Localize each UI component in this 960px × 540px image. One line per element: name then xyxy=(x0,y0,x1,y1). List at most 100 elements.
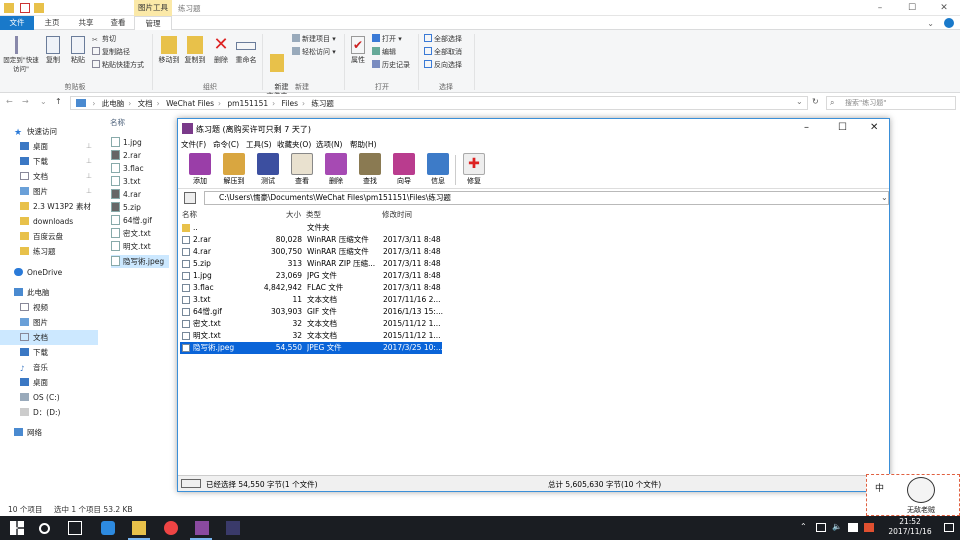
nav-item-drive-d[interactable]: D：(D:) xyxy=(0,405,98,420)
tab-file[interactable]: 文件 xyxy=(0,16,34,30)
invert-selection-button[interactable]: 反向选择 xyxy=(424,60,462,70)
list-item[interactable]: 密文.txt xyxy=(111,227,151,240)
breadcrumb-current[interactable]: 练习题 xyxy=(311,99,334,108)
tray-expand-icon[interactable]: ⌃ xyxy=(800,522,807,531)
up-arrow-icon[interactable]: ↑ xyxy=(55,97,62,106)
nav-item-downloads-folder[interactable]: downloads xyxy=(0,214,98,229)
select-all-button[interactable]: 全部选择 xyxy=(424,34,462,44)
nav-item-drive-c[interactable]: OS (C:) xyxy=(0,390,98,405)
info-button[interactable]: 信息 xyxy=(422,153,454,186)
column-header-name[interactable]: 名称 xyxy=(182,209,197,220)
open-button[interactable]: 打开 ▾ xyxy=(372,34,402,44)
table-row[interactable]: 5.zip 313 WinRAR ZIP 压缩... 2017/3/11 8:48 xyxy=(180,258,442,270)
tab-share[interactable]: 共享 xyxy=(70,16,102,30)
edit-button[interactable]: 编辑 xyxy=(372,47,396,57)
chrome-icon[interactable] xyxy=(164,521,178,535)
maximize-button[interactable]: ☐ xyxy=(896,0,928,16)
breadcrumb-documents[interactable]: 文档 xyxy=(138,99,153,108)
cut-button[interactable]: ✂ 剪切 xyxy=(92,34,116,44)
menu-file[interactable]: 文件(F) xyxy=(181,139,206,150)
select-none-button[interactable]: 全部取消 xyxy=(424,47,462,57)
new-folder-icon[interactable] xyxy=(34,3,44,13)
nav-item-pc-pictures[interactable]: 图片 xyxy=(0,315,98,330)
table-row[interactable]: 64憎.gif 303,903 GIF 文件 2016/1/13 15:... xyxy=(180,306,443,318)
rename-button[interactable]: 重命名 xyxy=(232,36,260,65)
nav-item-pictures[interactable]: 图片 ⊥ xyxy=(0,184,98,199)
up-one-level-icon[interactable] xyxy=(184,192,196,204)
table-row[interactable]: 明文.txt 32 文本文档 2015/11/12 1... xyxy=(180,330,442,342)
notification-icon[interactable] xyxy=(944,523,954,532)
task-view-icon[interactable] xyxy=(68,521,82,535)
delete-button[interactable]: 删除 xyxy=(320,153,352,186)
column-header-size[interactable]: 大小 xyxy=(286,209,301,220)
menu-favorites[interactable]: 收藏夹(O) xyxy=(277,139,311,150)
copy-button[interactable]: 复制 xyxy=(40,36,66,65)
column-header-name[interactable]: 名称 xyxy=(110,117,125,128)
breadcrumb-pm151151[interactable]: pm151151 xyxy=(227,99,268,108)
view-button[interactable]: 查看 xyxy=(286,153,318,186)
tab-home[interactable]: 主页 xyxy=(36,16,68,30)
cortana-icon[interactable] xyxy=(39,523,50,534)
history-button[interactable]: 历史记录 xyxy=(372,60,410,70)
picture-tools-tab[interactable]: 图片工具 xyxy=(134,0,172,16)
network-icon[interactable] xyxy=(816,523,826,532)
table-row[interactable]: 密文.txt 32 文本文档 2015/11/12 1... xyxy=(180,318,442,330)
edge-icon[interactable] xyxy=(101,521,115,535)
list-item[interactable]: 3.flac xyxy=(111,162,144,175)
nav-item-pc-downloads[interactable]: 下载 xyxy=(0,345,98,360)
properties-icon[interactable] xyxy=(20,3,30,13)
table-row[interactable]: 2.rar 80,028 WinRAR 压缩文件 2017/3/11 8:48 xyxy=(180,234,442,246)
nav-quick-access[interactable]: ★ 快速访问 xyxy=(0,124,98,139)
list-item[interactable]: 2.rar xyxy=(111,149,141,162)
close-button[interactable]: ✕ xyxy=(870,122,878,133)
chevron-down-icon[interactable]: ⌄ xyxy=(881,193,888,202)
paste-button[interactable]: 粘贴 xyxy=(66,36,90,65)
menu-help[interactable]: 帮助(H) xyxy=(350,139,377,150)
list-item[interactable]: 3.txt xyxy=(111,175,140,188)
extract-to-button[interactable]: 解压到 xyxy=(218,153,250,186)
breadcrumb-this-pc[interactable]: 此电脑 xyxy=(102,99,125,108)
copy-path-button[interactable]: 复制路径 xyxy=(92,47,130,57)
nav-network[interactable]: 网络 xyxy=(0,425,98,440)
find-button[interactable]: 查找 xyxy=(354,153,386,186)
ime-language[interactable]: 中 xyxy=(875,481,884,494)
minimize-button[interactable]: – xyxy=(804,122,809,133)
nav-item-music[interactable]: ♪ 音乐 xyxy=(0,360,98,375)
refresh-icon[interactable]: ↻ xyxy=(812,97,819,106)
windows-start-icon[interactable] xyxy=(10,521,24,535)
chevron-down-icon[interactable]: ⌄ xyxy=(927,19,934,28)
maximize-button[interactable]: ☐ xyxy=(838,122,847,133)
tab-manage[interactable]: 管理 xyxy=(134,16,172,30)
table-row[interactable]: .. 文件夹 xyxy=(180,222,442,234)
move-to-button[interactable]: 移动到 xyxy=(156,36,182,65)
nav-item-baidu[interactable]: 百度云盘 xyxy=(0,229,98,244)
nav-item-videos[interactable]: 视频 xyxy=(0,300,98,315)
breadcrumb-files[interactable]: Files xyxy=(282,99,298,108)
tab-view[interactable]: 查看 xyxy=(104,16,132,30)
address-dropdown-icon[interactable]: ⌄ xyxy=(796,97,803,106)
system-clock[interactable]: 21:52 2017/11/16 xyxy=(880,517,940,537)
table-row[interactable]: 3.flac 4,842,942 FLAC 文件 2017/3/11 8:48 xyxy=(180,282,442,294)
pin-quick-access-button[interactable]: 固定到"快速访问" xyxy=(2,36,40,74)
nav-item-desktop[interactable]: 桌面 ⊥ xyxy=(0,139,98,154)
copy-to-button[interactable]: 复制到 xyxy=(182,36,208,65)
table-row[interactable]: 4.rar 300,750 WinRAR 压缩文件 2017/3/11 8:48 xyxy=(180,246,442,258)
app-icon[interactable] xyxy=(226,521,240,535)
search-input[interactable]: 搜索"练习题" xyxy=(826,96,956,110)
sogou-icon[interactable] xyxy=(864,523,874,532)
list-item[interactable]: 1.jpg xyxy=(111,136,142,149)
wizard-button[interactable]: 向导 xyxy=(388,153,420,186)
delete-button[interactable]: ✕ 删除 xyxy=(210,36,232,65)
archive-path-field[interactable]: C:\Users\懦豪\Documents\WeChat Files\pm151… xyxy=(204,191,889,205)
ime-tray-icon[interactable] xyxy=(848,523,858,532)
nav-item-pc-documents[interactable]: 文档 xyxy=(0,330,98,345)
menu-options[interactable]: 选项(N) xyxy=(316,139,342,150)
properties-button[interactable]: ✔ 属性 xyxy=(346,36,370,65)
winrar-taskbar-icon[interactable] xyxy=(195,521,209,535)
minimize-button[interactable]: – xyxy=(864,0,896,16)
repair-button[interactable]: ✚ 修复 xyxy=(458,153,490,186)
list-item[interactable]: 5.zip xyxy=(111,201,141,214)
list-item[interactable]: 64憎.gif xyxy=(111,214,152,227)
nav-item-pc-desktop[interactable]: 桌面 xyxy=(0,375,98,390)
table-row[interactable]: 1.jpg 23,069 JPG 文件 2017/3/11 8:48 xyxy=(180,270,442,282)
